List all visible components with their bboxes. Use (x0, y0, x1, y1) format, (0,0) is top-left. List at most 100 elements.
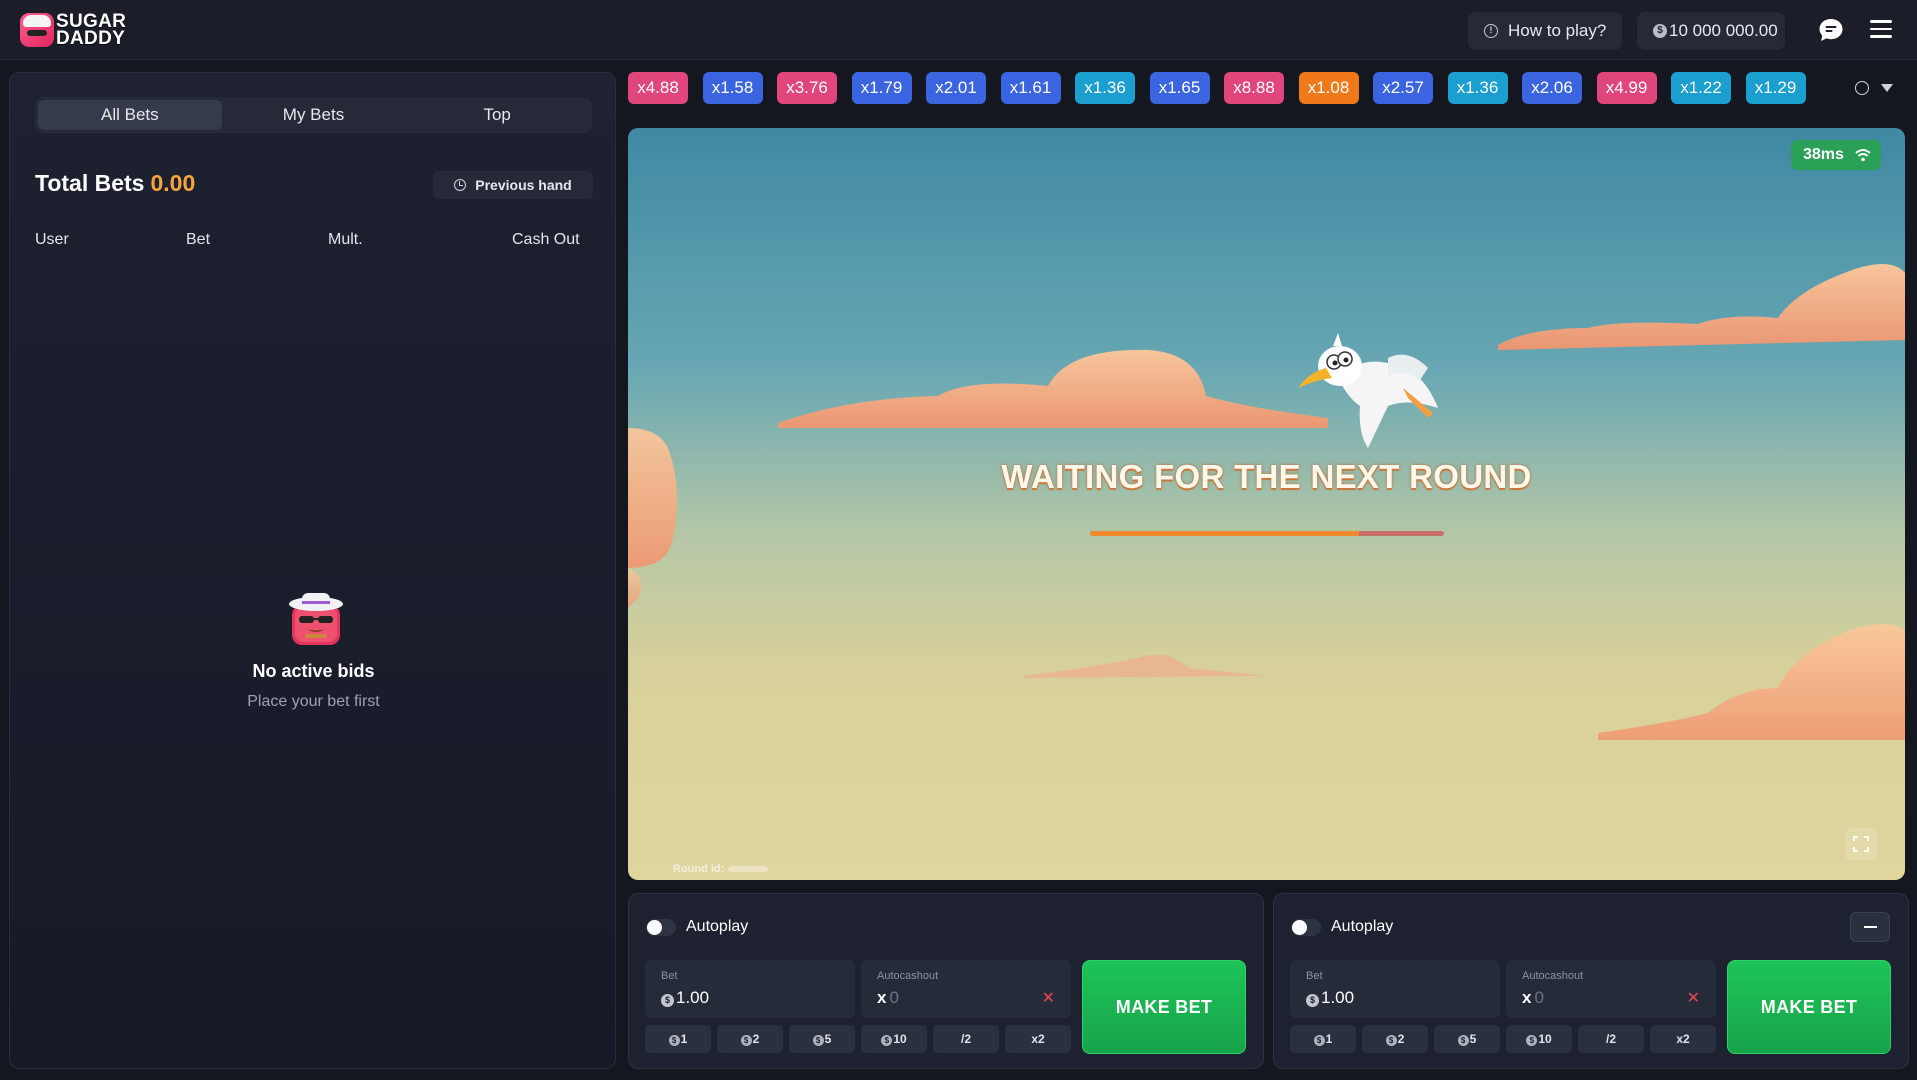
multiplier-history-item[interactable]: x1.29 (1745, 72, 1806, 104)
chip-10[interactable]: $10 (1506, 1025, 1572, 1053)
column-header-mult: Mult. (328, 231, 363, 248)
bet-amount-label: Bet (1306, 970, 1323, 982)
logo-text: SUGAR DADDY (56, 11, 127, 49)
clear-autocashout-icon[interactable]: ✕ (1042, 988, 1055, 1008)
wifi-icon (1855, 149, 1871, 162)
bets-tabs: All Bets My Bets Top (35, 97, 592, 133)
chat-icon[interactable] (1818, 18, 1844, 42)
previous-hand-button[interactable]: Previous hand (433, 171, 593, 199)
multiplier-history-item[interactable]: x8.88 (1224, 72, 1284, 104)
autoplay-toggle[interactable] (646, 919, 676, 936)
game-canvas: 38ms WAITING FOR THE NEXT ROUND Round id… (628, 128, 1905, 880)
chip-10[interactable]: $10 (861, 1025, 927, 1053)
bets-panel: All Bets My Bets Top Total Bets 0.00 Prev… (9, 72, 616, 1069)
autocashout-prefix: x (1522, 988, 1532, 1007)
autocashout-label: Autocashout (877, 970, 939, 982)
autocashout-value: 0 (1534, 988, 1544, 1007)
autoplay-toggle[interactable] (1291, 919, 1321, 936)
ping-badge: 38ms (1791, 140, 1881, 170)
balance-display: $ 10 000 000.00 (1637, 12, 1785, 50)
clear-autocashout-icon[interactable]: ✕ (1687, 988, 1700, 1008)
mascot-icon (289, 593, 343, 645)
chip-1[interactable]: $1 (645, 1025, 711, 1053)
tab-my-bets[interactable]: My Bets (222, 100, 406, 130)
chip-halve[interactable]: /2 (1578, 1025, 1644, 1053)
bet-panel-1: Autoplay Bet $1.00 Autocashout x0 ✕ $1 $… (628, 893, 1264, 1069)
history-controls[interactable] (1855, 78, 1905, 98)
history-clock-icon[interactable] (1855, 81, 1869, 95)
multiplier-history-item[interactable]: x1.36 (1447, 72, 1508, 104)
balance-value: 10 000 000.00 (1669, 21, 1778, 40)
ping-value: 38ms (1803, 146, 1844, 163)
round-id-value-hidden (728, 866, 769, 873)
history-clock-icon (454, 179, 467, 191)
multiplier-history-item[interactable]: x2.01 (926, 72, 986, 104)
chip-5[interactable]: $5 (1434, 1025, 1500, 1053)
coin-icon: $ (1306, 994, 1319, 1007)
multiplier-history: x4.88 x1.58 x3.76 x1.79 x2.01 x1.61 x1.36 x1.65… (628, 72, 1825, 104)
chip-1[interactable]: $1 (1290, 1025, 1356, 1053)
sugar-daddy-logo[interactable]: SUGAR DADDY (20, 12, 138, 48)
multiplier-history-item[interactable]: x2.06 (1522, 72, 1582, 104)
coin-icon: $ (661, 994, 674, 1007)
tab-top[interactable]: Top (405, 100, 589, 130)
fullscreen-icon[interactable] (1845, 828, 1877, 860)
multiplier-history-item[interactable]: x1.58 (702, 72, 763, 104)
chip-double[interactable]: x2 (1005, 1025, 1071, 1053)
hamburger-menu-icon[interactable] (1870, 20, 1892, 38)
chip-double[interactable]: x2 (1650, 1025, 1716, 1053)
logo-mascot-icon (20, 13, 54, 47)
multiplier-history-item[interactable]: x1.61 (1000, 72, 1061, 104)
autocashout-input[interactable]: Autocashout x0 ✕ (861, 960, 1071, 1018)
multiplier-history-item[interactable]: x4.99 (1596, 72, 1657, 104)
bet-amount-value: 1.00 (676, 988, 710, 1007)
round-status-text: WAITING FOR THE NEXT ROUND (1001, 458, 1532, 495)
seagull-icon (1298, 333, 1438, 448)
bet-panel-2: Autoplay Bet $1.00 Autocashout x0 ✕ $1 $… (1273, 893, 1909, 1069)
multiplier-history-item[interactable]: x1.79 (851, 72, 912, 104)
round-id: Round id: (673, 863, 769, 875)
chip-halve[interactable]: /2 (933, 1025, 999, 1053)
autocashout-label: Autocashout (1522, 970, 1584, 982)
make-bet-button[interactable]: MAKE BET (1082, 960, 1246, 1054)
column-header-bet: Bet (186, 231, 211, 248)
round-progress-bar (1090, 531, 1444, 536)
chevron-down-icon[interactable] (1881, 84, 1893, 92)
round-progress-fill (1090, 531, 1360, 536)
quick-bet-chips: $1 $2 $5 $10 /2 x2 (1290, 1025, 1716, 1053)
multiplier-history-item[interactable]: x2.57 (1373, 72, 1433, 104)
column-header-cash-out: Cash Out (512, 231, 580, 248)
total-bets: Total Bets 0.00 (35, 170, 195, 197)
coin-icon: $ (1653, 24, 1667, 38)
quick-bet-chips: $1 $2 $5 $10 /2 x2 (645, 1025, 1071, 1053)
remove-bet-panel-button[interactable] (1850, 912, 1890, 942)
total-bets-label: Total Bets (35, 170, 145, 196)
info-icon: ! (1484, 24, 1498, 38)
multiplier-history-item[interactable]: x1.22 (1671, 72, 1731, 104)
round-id-label: Round id: (673, 863, 725, 875)
autocashout-prefix: x (877, 988, 887, 1007)
previous-hand-label: Previous hand (475, 177, 572, 193)
autoplay-label: Autoplay (1331, 918, 1394, 935)
make-bet-button[interactable]: MAKE BET (1727, 960, 1891, 1054)
multiplier-history-item[interactable]: x1.08 (1298, 72, 1359, 104)
bet-amount-input[interactable]: Bet $1.00 (645, 960, 855, 1018)
multiplier-history-item[interactable]: x4.88 (628, 72, 688, 104)
empty-state-subtitle: Place your bet first (247, 693, 380, 710)
minus-icon (1864, 926, 1877, 928)
bet-amount-label: Bet (661, 970, 678, 982)
top-bar: SUGAR DADDY ! How to play? $ 10 000 000.… (0, 0, 1917, 60)
chip-2[interactable]: $2 (1362, 1025, 1428, 1053)
autocashout-value: 0 (889, 988, 899, 1007)
how-to-play-button[interactable]: ! How to play? (1468, 12, 1622, 50)
multiplier-history-item[interactable]: x1.36 (1075, 72, 1135, 104)
tab-all-bets[interactable]: All Bets (38, 100, 222, 130)
multiplier-history-item[interactable]: x1.65 (1149, 72, 1210, 104)
chip-5[interactable]: $5 (789, 1025, 855, 1053)
autocashout-input[interactable]: Autocashout x0 ✕ (1506, 960, 1716, 1018)
bet-amount-input[interactable]: Bet $1.00 (1290, 960, 1500, 1018)
multiplier-history-item[interactable]: x3.76 (777, 72, 837, 104)
column-header-user: User (35, 231, 69, 248)
chip-2[interactable]: $2 (717, 1025, 783, 1053)
sky-clouds-background (628, 264, 1905, 740)
